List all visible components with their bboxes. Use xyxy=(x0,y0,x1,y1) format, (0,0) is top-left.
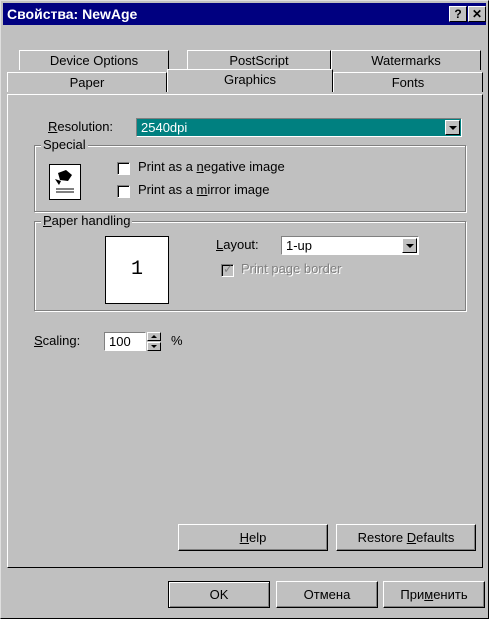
resolution-value: 2540dpi xyxy=(141,120,188,135)
paper-handling-legend: Paper handling xyxy=(41,213,133,229)
special-group: Special Print as a negative image Print … xyxy=(34,137,466,212)
spin-up-icon[interactable] xyxy=(147,332,161,341)
chevron-down-icon[interactable] xyxy=(402,238,417,253)
scaling-spinner[interactable] xyxy=(147,332,161,351)
ok-button[interactable]: OK xyxy=(168,581,270,608)
layout-select[interactable]: 1-up xyxy=(281,236,419,255)
help-title-button[interactable]: ? xyxy=(449,6,467,22)
close-button[interactable]: ✕ xyxy=(468,6,486,22)
scaling-value: 100 xyxy=(109,334,131,349)
tab-label: Watermarks xyxy=(371,53,441,68)
printer-icon xyxy=(49,164,81,200)
tab-label: Graphics xyxy=(223,72,277,87)
resolution-select[interactable]: 2540dpi xyxy=(136,118,462,137)
tab-graphics[interactable]: Graphics xyxy=(167,69,333,92)
graphics-panel: Resolution: 2540dpi Special Print as a n… xyxy=(7,94,483,568)
tab-paper[interactable]: Paper xyxy=(7,72,167,92)
negative-image-checkbox[interactable] xyxy=(117,162,130,175)
preview-number: 1 xyxy=(130,258,143,281)
tab-device-options[interactable]: Device Options xyxy=(19,50,169,70)
paper-handling-group: Paper handling 1 Layout: 1-up ✓ Print pa… xyxy=(34,213,466,311)
restore-defaults-button[interactable]: Restore Defaults xyxy=(336,524,476,551)
tab-label: Device Options xyxy=(49,53,139,68)
page-border-label: Print page border xyxy=(241,261,342,276)
properties-dialog: Свойства: NewAge ? ✕ Device Options Post… xyxy=(0,0,489,619)
help-button[interactable]: Help xyxy=(178,524,328,551)
scaling-label: Scaling: xyxy=(34,333,81,348)
scaling-input[interactable]: 100 xyxy=(104,332,146,351)
page-border-checkbox: ✓ xyxy=(221,262,234,277)
tab-label: Fonts xyxy=(391,75,425,90)
title-bar: Свойства: NewAge ? ✕ xyxy=(3,3,486,25)
tab-fonts[interactable]: Fonts xyxy=(333,72,483,92)
window-title: Свойства: NewAge xyxy=(7,6,138,22)
layout-value: 1-up xyxy=(286,238,313,253)
cancel-button[interactable]: Отмена xyxy=(276,581,378,608)
tab-label: PostScript xyxy=(229,53,289,68)
spin-down-icon[interactable] xyxy=(147,342,161,351)
tab-postscript[interactable]: PostScript xyxy=(187,50,331,70)
mirror-image-checkbox[interactable] xyxy=(117,185,130,198)
chevron-down-icon[interactable] xyxy=(445,120,460,135)
tab-label: Paper xyxy=(69,75,105,90)
special-legend: Special xyxy=(41,137,88,153)
scaling-unit: % xyxy=(171,333,183,348)
negative-image-label: Print as a negative image xyxy=(138,159,285,174)
apply-button[interactable]: Применить xyxy=(383,581,485,608)
tab-watermarks[interactable]: Watermarks xyxy=(331,50,481,70)
page-preview: 1 xyxy=(105,236,169,304)
check-icon: ✓ xyxy=(223,262,234,276)
resolution-label: Resolution: xyxy=(48,119,114,134)
mirror-image-label: Print as a mirror image xyxy=(138,182,270,197)
layout-label: Layout: xyxy=(216,237,259,252)
